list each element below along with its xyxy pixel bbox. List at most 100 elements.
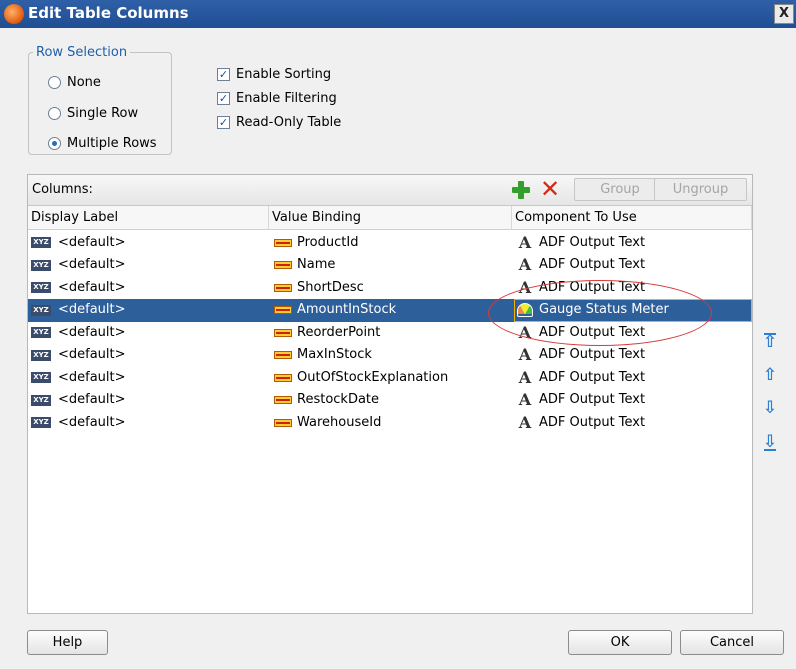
display-label-cell[interactable]: XYZ <default> [31, 231, 126, 254]
binding-icon [274, 238, 292, 247]
display-label-text: <default> [58, 302, 126, 317]
value-binding-cell[interactable]: ReorderPoint [274, 321, 380, 344]
component-text: ADF Output Text [539, 234, 646, 250]
selected-cell-outline [514, 298, 752, 322]
group-button[interactable]: Group [574, 178, 666, 201]
radio-multiple-rows[interactable]: Multiple Rows [48, 134, 157, 152]
enable-sorting-option[interactable]: ✓ Enable Sorting [217, 65, 331, 83]
radio-single-row[interactable]: Single Row [48, 104, 138, 122]
value-binding-cell[interactable]: MaxInStock [274, 344, 372, 367]
close-button[interactable]: X [774, 4, 794, 24]
display-label-cell[interactable]: XYZ <default> [31, 299, 126, 322]
table-row[interactable]: XYZ <default> ShortDesc A ADF Output Text [28, 276, 752, 299]
display-label-cell[interactable]: XYZ <default> [31, 389, 126, 412]
move-bottom-icon[interactable]: ⇩ [762, 433, 778, 451]
ok-button[interactable]: OK [568, 630, 672, 655]
component-cell[interactable]: A ADF Output Text [517, 231, 645, 254]
text-label-icon: XYZ [31, 372, 51, 383]
value-binding-text: ProductId [297, 234, 359, 250]
component-text: ADF Output Text [539, 392, 646, 407]
columns-label: Columns: [32, 182, 93, 197]
value-binding-cell[interactable]: RestockDate [274, 389, 379, 412]
display-label-text: <default> [58, 392, 126, 407]
output-text-icon: A [518, 255, 532, 274]
component-cell[interactable]: A ADF Output Text [517, 389, 645, 412]
title-bar: Edit Table Columns X [0, 0, 796, 28]
display-label-cell[interactable]: XYZ <default> [31, 276, 126, 299]
radio-multiple-rows-circle[interactable] [48, 136, 61, 150]
radio-single-row-circle[interactable] [48, 106, 61, 120]
table-row[interactable]: XYZ <default> ReorderPoint A ADF Output Text [28, 321, 752, 344]
radio-none-circle[interactable] [48, 75, 61, 89]
enable-filtering-label: Enable Filtering [236, 90, 337, 106]
value-binding-text: WarehouseId [297, 414, 382, 430]
help-button[interactable]: Help [27, 630, 108, 655]
ungroup-button[interactable]: Ungroup [654, 178, 747, 201]
table-row[interactable]: XYZ <default> OutOfStockExplanation A ADF Ou… [28, 366, 752, 389]
row-selection-legend: Row Selection [36, 45, 128, 60]
text-label-icon: XYZ [31, 417, 51, 428]
component-cell[interactable]: A ADF Output Text [517, 411, 645, 434]
header-component-to-use[interactable]: Component To Use [512, 206, 752, 230]
display-label-cell[interactable]: XYZ <default> [31, 344, 126, 367]
header-value-binding[interactable]: Value Binding [269, 206, 512, 230]
table-row[interactable]: XYZ <default> WarehouseId A ADF Output Text [28, 411, 752, 434]
value-binding-cell[interactable]: Name [274, 254, 335, 277]
move-top-icon[interactable]: ⇧ [762, 333, 778, 351]
binding-icon [274, 373, 292, 382]
component-cell[interactable]: A ADF Output Text [517, 276, 645, 299]
table-row[interactable]: XYZ <default> RestockDate A ADF Output Text [28, 389, 752, 412]
move-down-icon[interactable]: ⇩ [762, 399, 778, 417]
text-label-icon: XYZ [31, 327, 51, 338]
value-binding-cell[interactable]: AmountInStock [274, 299, 396, 322]
radio-none[interactable]: None [48, 73, 101, 91]
binding-icon [274, 261, 292, 269]
enable-filtering-option[interactable]: ✓ Enable Filtering [217, 89, 337, 107]
columns-panel: Columns: ✕ Group Ungroup Display Label V… [27, 174, 753, 614]
display-label-cell[interactable]: XYZ <default> [31, 254, 126, 277]
table-row[interactable]: XYZ <default> Name A ADF Output Text [28, 254, 752, 277]
value-binding-cell[interactable]: WarehouseId [274, 411, 381, 434]
read-only-table-checkbox[interactable]: ✓ [217, 115, 230, 129]
binding-icon [274, 283, 292, 292]
text-label-icon: XYZ [31, 259, 51, 271]
display-label-text: <default> [58, 369, 126, 385]
output-text-icon: A [518, 277, 532, 297]
value-binding-text: RestockDate [297, 392, 380, 407]
table-row[interactable]: XYZ <default> AmountInStock Gauge Status Me… [28, 298, 752, 322]
read-only-table-option[interactable]: ✓ Read-Only Table [217, 113, 341, 131]
value-binding-cell[interactable]: OutOfStockExplanation [274, 366, 448, 389]
display-label-cell[interactable]: XYZ <default> [31, 366, 126, 389]
display-label-text: <default> [58, 279, 126, 295]
component-cell[interactable]: A ADF Output Text [517, 254, 645, 277]
delete-icon[interactable]: ✕ [539, 177, 561, 201]
component-text: ADF Output Text [539, 324, 646, 340]
table-row[interactable]: XYZ <default> ProductId A ADF Output Text [28, 231, 752, 254]
binding-icon [274, 306, 292, 314]
enable-filtering-checkbox[interactable]: ✓ [217, 91, 230, 105]
radio-none-label: None [67, 74, 101, 90]
add-icon[interactable] [512, 181, 530, 199]
display-label-cell[interactable]: XYZ <default> [31, 411, 126, 434]
header-display-label[interactable]: Display Label [28, 206, 269, 230]
component-cell[interactable]: A ADF Output Text [517, 366, 645, 389]
value-binding-cell[interactable]: ShortDesc [274, 276, 364, 299]
component-text: ADF Output Text [539, 279, 646, 295]
cancel-button[interactable]: Cancel [680, 630, 784, 655]
component-text: ADF Output Text [539, 347, 646, 362]
text-label-icon: XYZ [31, 237, 51, 248]
value-binding-text: ReorderPoint [297, 324, 381, 340]
output-text-icon: A [518, 232, 532, 252]
component-cell[interactable]: A ADF Output Text [517, 321, 645, 344]
table-row[interactable]: XYZ <default> MaxInStock A ADF Output Text [28, 344, 752, 367]
component-cell[interactable]: A ADF Output Text [517, 344, 645, 367]
display-label-cell[interactable]: XYZ <default> [31, 321, 126, 344]
value-binding-cell[interactable]: ProductId [274, 231, 358, 254]
enable-sorting-checkbox[interactable]: ✓ [217, 67, 230, 81]
output-text-icon: A [518, 367, 532, 387]
move-up-icon[interactable]: ⇧ [762, 366, 778, 384]
binding-icon [274, 396, 292, 404]
value-binding-text: ShortDesc [297, 279, 364, 295]
binding-icon [274, 328, 292, 337]
output-text-icon: A [518, 390, 532, 409]
